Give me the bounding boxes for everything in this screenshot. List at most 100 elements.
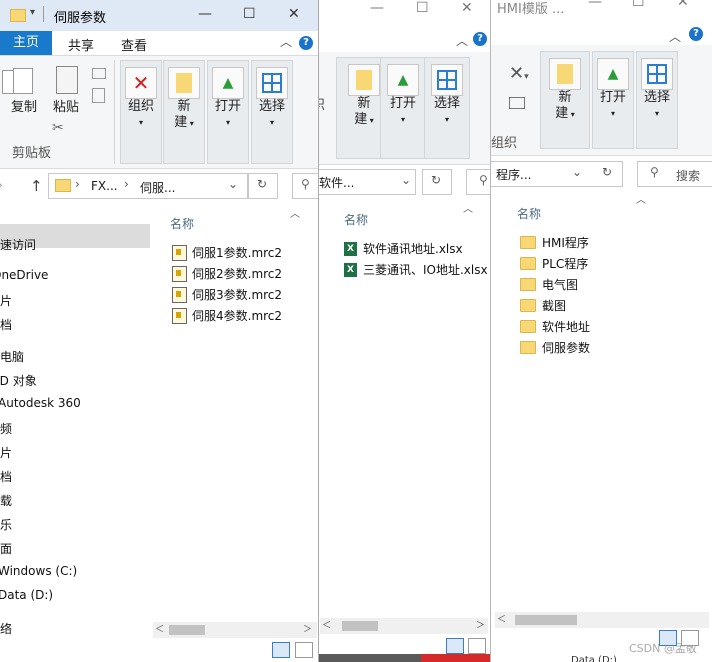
folder-item[interactable]: 截图 xyxy=(520,297,566,314)
minimize-button[interactable]: — xyxy=(588,0,602,10)
title-bar[interactable]: ▾ 伺服参数 — ☐ ✕ xyxy=(0,0,318,31)
refresh-button[interactable]: ↻ xyxy=(422,169,452,195)
paste-icon[interactable] xyxy=(56,66,78,94)
large-icons-view-button[interactable] xyxy=(468,638,486,654)
expand-ribbon-icon[interactable]: ︿ xyxy=(456,32,468,49)
details-view-button[interactable] xyxy=(272,642,290,658)
close-button[interactable]: ✕ xyxy=(288,6,300,22)
tab-share[interactable]: 共享 xyxy=(68,35,94,54)
minimize-button[interactable]: — xyxy=(198,6,212,22)
folder-item[interactable]: PLC程序 xyxy=(520,255,588,272)
horizontal-scrollbar[interactable]: ＜ ＞ xyxy=(320,618,488,634)
select-button[interactable]: 选择 ▾ xyxy=(428,64,466,128)
nav-item[interactable]: Autodesk 360 xyxy=(0,396,81,410)
nav-item[interactable]: 文档 xyxy=(0,316,12,333)
search-box[interactable]: ⚲ xyxy=(466,169,490,195)
column-header-name[interactable]: 名称 xyxy=(170,215,194,232)
details-view-button[interactable] xyxy=(446,638,464,654)
copy-to-icon[interactable] xyxy=(92,68,106,79)
delete-icon[interactable]: ✕▾ xyxy=(509,63,529,84)
address-dropdown-icon[interactable]: ⌄ xyxy=(401,173,411,187)
tab-home[interactable]: 主页 xyxy=(0,31,52,55)
large-icons-view-button[interactable] xyxy=(295,642,313,658)
scroll-thumb[interactable] xyxy=(515,615,577,625)
folder-item[interactable]: 电气图 xyxy=(520,276,578,293)
nav-item[interactable]: 文档 xyxy=(0,468,12,485)
file-item[interactable]: 伺服4参数.mrc2 xyxy=(172,307,282,324)
scroll-left-icon[interactable]: ＜ xyxy=(155,622,164,635)
expand-ribbon-icon[interactable]: ︿ xyxy=(280,33,292,50)
help-icon[interactable]: ? xyxy=(689,27,703,41)
scroll-left-icon[interactable]: ＜ xyxy=(497,612,506,625)
nav-item[interactable]: Data (D:) xyxy=(0,588,53,602)
details-view-button[interactable] xyxy=(659,630,677,646)
large-icons-view-button[interactable] xyxy=(681,630,699,646)
new-folder-button[interactable]: 新 建 ▾ xyxy=(546,58,584,123)
copy-icon[interactable] xyxy=(13,68,33,94)
select-button[interactable]: 选择 ▾ xyxy=(638,58,676,122)
select-button[interactable]: 选择 ▾ xyxy=(253,67,291,131)
refresh-button[interactable]: ↻ xyxy=(594,161,623,187)
scroll-thumb[interactable] xyxy=(169,625,205,635)
maximize-button[interactable]: ☐ xyxy=(416,0,429,16)
file-item[interactable]: 伺服1参数.mrc2 xyxy=(172,244,282,261)
nav-item[interactable]: 下载 xyxy=(0,492,12,509)
expand-ribbon-icon[interactable]: ︿ xyxy=(669,28,681,45)
refresh-button[interactable]: ↻ xyxy=(248,173,278,199)
nav-item[interactable]: 网络 xyxy=(0,620,12,637)
title-bar[interactable]: HMI模版 ... — ☐ ✕ xyxy=(491,0,712,31)
copy-label[interactable]: 复制 xyxy=(11,100,37,116)
scroll-right-icon[interactable]: ＞ xyxy=(476,618,485,631)
scroll-left-icon[interactable]: ＜ xyxy=(322,618,331,631)
breadcrumb-item[interactable]: 伺服... xyxy=(140,179,175,196)
paste-label[interactable]: 粘贴 xyxy=(53,100,79,116)
maximize-button[interactable]: ☐ xyxy=(243,6,256,22)
new-folder-button[interactable]: 新 建 ▾ xyxy=(165,67,203,132)
nav-item[interactable]: 视频 xyxy=(0,420,12,437)
cut-icon[interactable]: ✂ xyxy=(52,120,64,136)
nav-item[interactable]: 图片 xyxy=(0,292,12,309)
tab-view[interactable]: 查看 xyxy=(121,35,147,54)
folder-item[interactable]: HMI程序 xyxy=(520,234,589,251)
quick-access-dropdown-icon[interactable]: ▾ xyxy=(30,7,35,18)
back-button[interactable]: › xyxy=(0,178,3,192)
nav-item[interactable]: OneDrive xyxy=(0,268,48,282)
close-button[interactable]: ✕ xyxy=(677,0,689,10)
help-icon[interactable]: ? xyxy=(299,36,313,50)
file-item[interactable]: 伺服2参数.mrc2 xyxy=(172,265,282,282)
minimize-button[interactable]: — xyxy=(370,0,384,16)
column-header-name[interactable]: 名称 xyxy=(344,211,368,228)
paste-shortcut-icon[interactable] xyxy=(92,88,105,103)
nav-item[interactable]: 图片 xyxy=(0,444,12,461)
new-folder-button[interactable]: 新 建 ▾ xyxy=(345,64,383,129)
open-button[interactable]: ▲ 打开 ▾ xyxy=(384,64,422,128)
folder-item[interactable]: 伺服参数 xyxy=(520,339,590,356)
nav-item[interactable]: 音乐 xyxy=(0,516,12,533)
folder-item[interactable]: 软件地址 xyxy=(520,318,590,335)
rename-icon[interactable] xyxy=(509,97,525,109)
maximize-button[interactable]: ☐ xyxy=(632,0,645,10)
help-icon[interactable]: ? xyxy=(473,32,487,46)
nav-item[interactable]: 此电脑 xyxy=(0,348,24,365)
file-item[interactable]: 伺服3参数.mrc2 xyxy=(172,286,282,303)
nav-item[interactable]: 3D 对象 xyxy=(0,372,37,389)
scroll-right-icon[interactable]: ＞ xyxy=(303,622,312,635)
close-button[interactable]: ✕ xyxy=(461,0,473,16)
horizontal-scrollbar[interactable]: ＜ ＞ xyxy=(153,622,317,638)
address-dropdown-icon[interactable]: ⌄ xyxy=(228,177,238,191)
up-arrow-icon[interactable]: ↑ xyxy=(30,177,43,195)
file-item[interactable]: X 软件通讯地址.xlsx xyxy=(344,240,463,257)
search-box[interactable]: ⚲ xyxy=(292,173,318,199)
nav-item[interactable]: 快速访问 xyxy=(0,236,36,253)
nav-item[interactable]: Windows (C:) xyxy=(0,564,77,578)
address-dropdown-icon[interactable]: ⌄ xyxy=(572,165,582,179)
address-bar[interactable]: › FX... › 伺服... ⌄ xyxy=(48,173,248,199)
column-header-name[interactable]: 名称 xyxy=(517,205,541,222)
nav-item[interactable]: 桌面 xyxy=(0,540,12,557)
breadcrumb-item[interactable]: FX... xyxy=(91,179,118,193)
open-button[interactable]: ▲ 打开 ▾ xyxy=(209,67,247,131)
file-item[interactable]: X 三菱通讯、IO地址.xlsx xyxy=(344,261,488,278)
open-button[interactable]: ▲ 打开 ▾ xyxy=(594,58,632,122)
horizontal-scrollbar[interactable]: ＜ xyxy=(495,612,709,628)
search-box[interactable]: ⚲ 搜索 xyxy=(637,161,712,187)
